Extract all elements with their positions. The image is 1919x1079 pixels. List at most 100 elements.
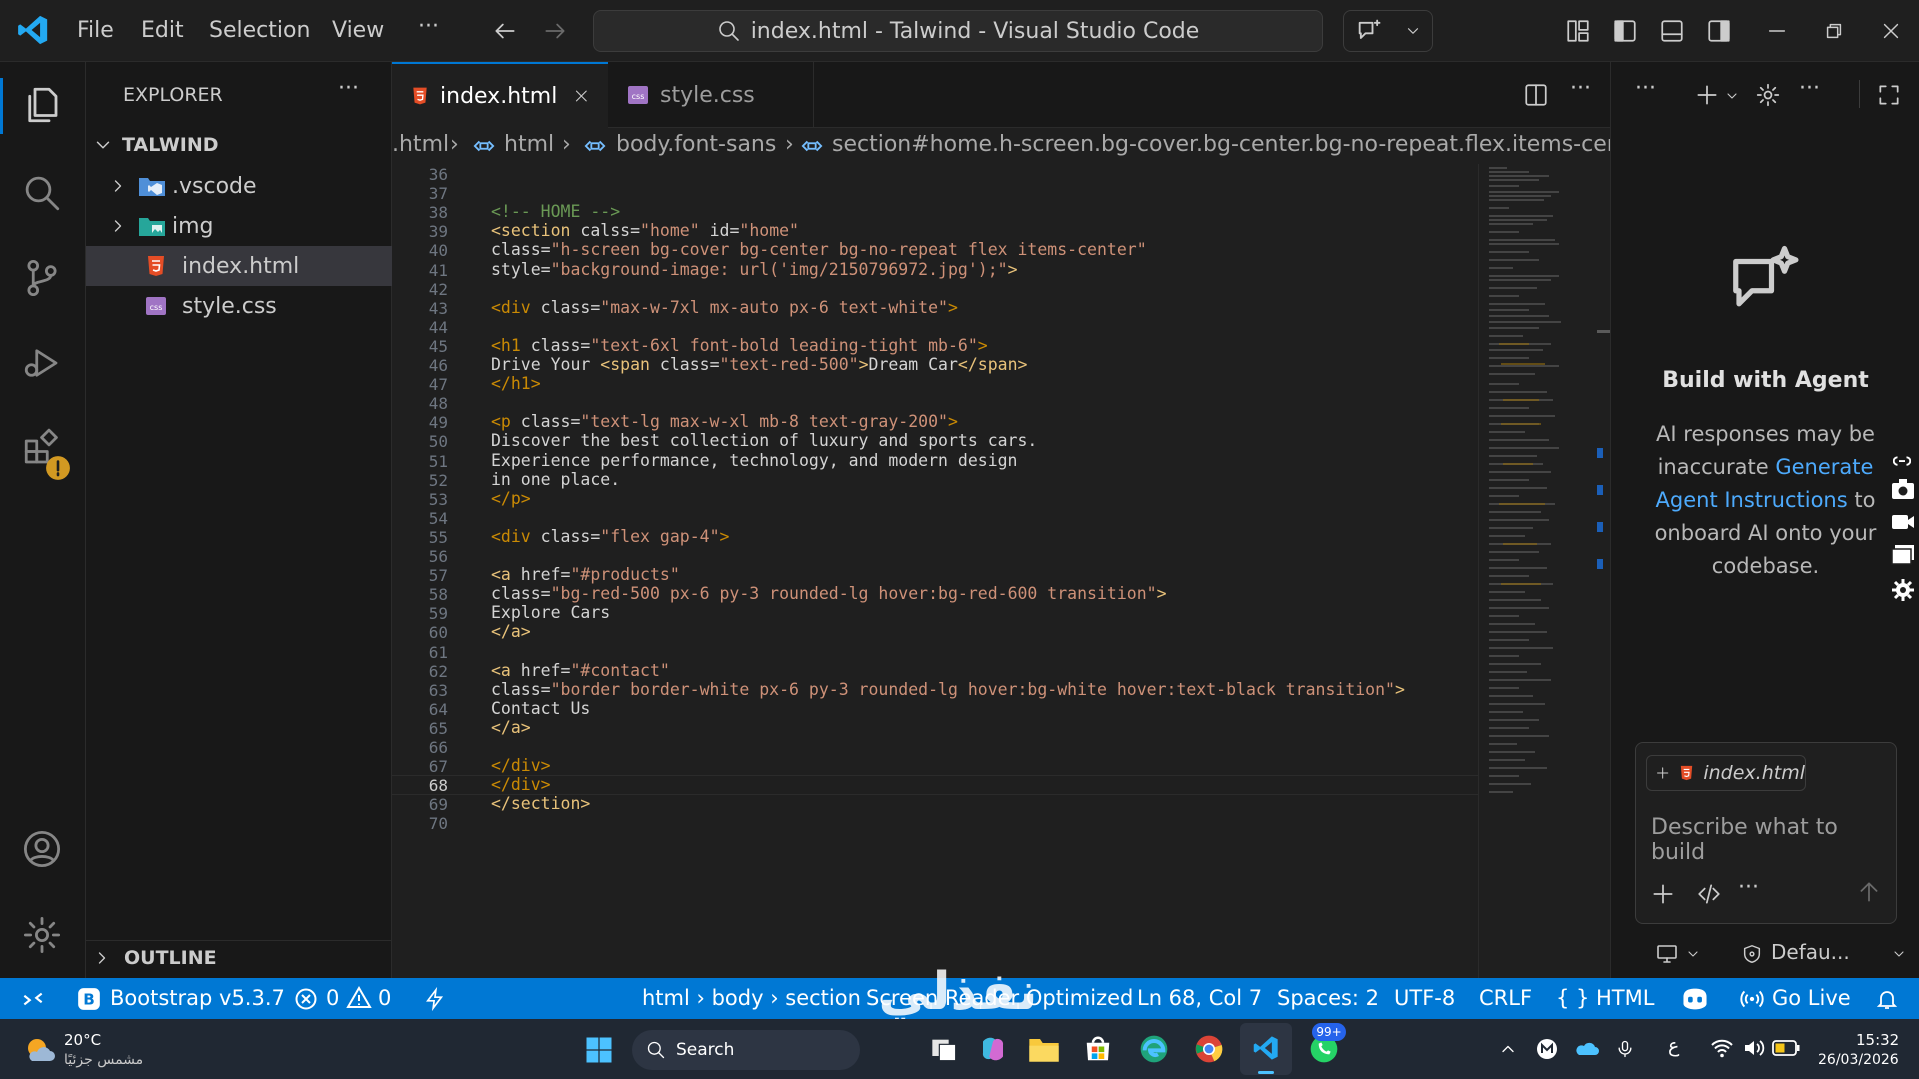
code-line[interactable]: Drive Your <span class="text-red-500">Dr… (491, 355, 1027, 374)
customize-layout-icon[interactable] (1565, 18, 1591, 44)
weather-temperature[interactable]: 20°C (64, 1031, 101, 1049)
element-path[interactable]: html › body › section (642, 986, 861, 1010)
link-icon[interactable] (1893, 454, 1911, 468)
editor-more-button[interactable]: ··· (1570, 76, 1591, 101)
code-line[interactable]: Explore Cars (491, 603, 610, 622)
error-count[interactable]: 0 (326, 986, 339, 1010)
line-ending[interactable]: CRLF (1479, 986, 1532, 1010)
clock-date[interactable]: 26/03/2026 (1818, 1052, 1899, 1068)
menu-view[interactable]: View (332, 18, 384, 43)
code-line[interactable]: </div> (491, 756, 551, 775)
minimap[interactable] (1479, 164, 1597, 814)
menu-selection[interactable]: Selection (209, 18, 310, 43)
code-line[interactable]: <p class="text-lg max-w-xl mb-8 text-gra… (491, 412, 958, 431)
chevron-up-icon[interactable] (1498, 1039, 1518, 1059)
tab-index-html[interactable]: index.html (392, 62, 608, 128)
split-editor-icon[interactable] (1523, 82, 1549, 108)
add-context-plus-icon[interactable] (1655, 764, 1670, 782)
restore-icon[interactable] (1823, 20, 1845, 42)
edge-browser-icon[interactable] (1138, 1033, 1170, 1065)
mode-selector[interactable]: Defau... (1771, 940, 1850, 964)
video-camera-icon[interactable] (1891, 512, 1915, 532)
chevron-down-icon[interactable] (1685, 946, 1701, 962)
chevron-down-icon[interactable] (1891, 946, 1907, 962)
task-view-icon[interactable] (930, 1035, 958, 1063)
battery-icon[interactable] (1772, 1039, 1800, 1057)
input-more-button[interactable]: ··· (1738, 875, 1759, 900)
explorer-more-button[interactable]: ··· (338, 76, 359, 101)
code-line[interactable]: </p> (491, 489, 531, 508)
breadcrumb-html[interactable]: html (504, 132, 554, 157)
code-line[interactable]: <div class="flex gap-4"> (491, 527, 729, 546)
code-line[interactable]: Contact Us (491, 699, 590, 718)
send-arrow-icon[interactable] (1856, 879, 1882, 905)
tray-m-app-icon[interactable] (1535, 1037, 1559, 1061)
tree-item-style-css[interactable]: css style.css (86, 286, 392, 326)
breadcrumb-file[interactable]: .html (392, 132, 449, 157)
code-line[interactable]: </div> (491, 775, 551, 794)
toggle-sidebar-icon[interactable] (1612, 18, 1638, 44)
tab-style-css[interactable]: css style.css (608, 62, 814, 128)
code-line[interactable]: style="background-image: url('img/215079… (491, 260, 1018, 279)
menu-file[interactable]: File (77, 18, 114, 43)
maximize-icon[interactable] (1876, 82, 1902, 108)
chat-input-box[interactable]: index.html Describe what to build ··· (1635, 742, 1897, 924)
context-chip[interactable]: index.html (1646, 755, 1806, 791)
onedrive-cloud-icon[interactable] (1573, 1037, 1599, 1061)
toggle-panel-icon[interactable] (1659, 18, 1685, 44)
tree-item-vscode[interactable]: .vscode (86, 166, 392, 206)
toggle-secondary-sidebar-icon[interactable] (1706, 18, 1732, 44)
search-view-icon[interactable] (21, 172, 63, 214)
settings-gear-icon[interactable] (1755, 82, 1781, 108)
chat-more-button[interactable]: ··· (1635, 76, 1656, 101)
copilot-icon[interactable] (1680, 985, 1710, 1013)
back-arrow-icon[interactable] (492, 18, 518, 44)
tree-item-index-html[interactable]: index.html (86, 246, 392, 286)
chevron-down-icon[interactable] (1724, 88, 1740, 104)
code-line[interactable]: </h1> (491, 374, 541, 393)
camera-icon[interactable] (1891, 478, 1915, 500)
code-line[interactable]: </section> (491, 794, 590, 813)
warning-count[interactable]: 0 (378, 986, 391, 1010)
screen-reader-mode[interactable]: Screen Reader Optimized (866, 986, 1133, 1010)
input-language[interactable]: ع (1668, 1035, 1679, 1057)
remote-indicator-icon[interactable] (20, 986, 46, 1012)
vscode-taskbar-button[interactable] (1240, 1023, 1292, 1075)
bootstrap-version[interactable]: Bootstrap v5.3.7 (110, 986, 285, 1010)
breadcrumb-section[interactable]: section#home.h-screen.bg-cover.bg-center… (832, 132, 1610, 157)
breadcrumb-body[interactable]: body.font-sans (616, 132, 776, 157)
volume-icon[interactable] (1742, 1037, 1766, 1059)
outline-section[interactable]: OUTLINE (86, 938, 392, 978)
close-window-icon[interactable] (1880, 20, 1902, 42)
code-line[interactable]: class="bg-red-500 px-6 py-3 rounded-lg h… (491, 584, 1167, 603)
close-tab-icon[interactable] (573, 86, 590, 106)
capture-settings-icon[interactable] (1891, 578, 1915, 602)
window-capture-icon[interactable] (1891, 544, 1915, 566)
explorer-icon[interactable] (21, 84, 63, 126)
code-line[interactable]: in one place. (491, 470, 620, 489)
attach-plus-icon[interactable] (1650, 881, 1676, 907)
code-line[interactable]: </a> (491, 718, 531, 737)
windows-start-icon[interactable] (584, 1035, 614, 1065)
taskbar-search[interactable]: Search (632, 1030, 860, 1070)
tools-icon[interactable] (1696, 881, 1722, 907)
minimize-icon[interactable] (1766, 20, 1788, 42)
code-line[interactable]: <a href="#products" (491, 565, 680, 584)
notifications-bell-icon[interactable] (1875, 986, 1899, 1012)
encoding[interactable]: UTF-8 (1394, 986, 1455, 1010)
new-chat-plus-icon[interactable] (1694, 82, 1720, 108)
wifi-icon[interactable] (1710, 1037, 1734, 1059)
code-line[interactable]: <div class="max-w-7xl mx-auto px-6 text-… (491, 298, 958, 317)
copilot-button[interactable] (1343, 10, 1433, 52)
manage-gear-icon[interactable] (21, 914, 63, 956)
clock-time[interactable]: 15:32 (1856, 1031, 1899, 1049)
code-line[interactable]: class="border border-white px-6 py-3 rou… (491, 680, 1405, 699)
target-device-icon[interactable] (1655, 942, 1679, 966)
scrollbar-thumb[interactable] (1597, 330, 1610, 333)
indentation[interactable]: Spaces: 2 (1277, 986, 1379, 1010)
weather-condition[interactable]: مشمس جزئيًا (64, 1052, 143, 1068)
accounts-icon[interactable] (21, 828, 63, 870)
menu-more[interactable]: ··· (418, 14, 439, 39)
lightning-icon[interactable] (424, 986, 446, 1012)
chat-overflow-button[interactable]: ··· (1799, 76, 1820, 101)
